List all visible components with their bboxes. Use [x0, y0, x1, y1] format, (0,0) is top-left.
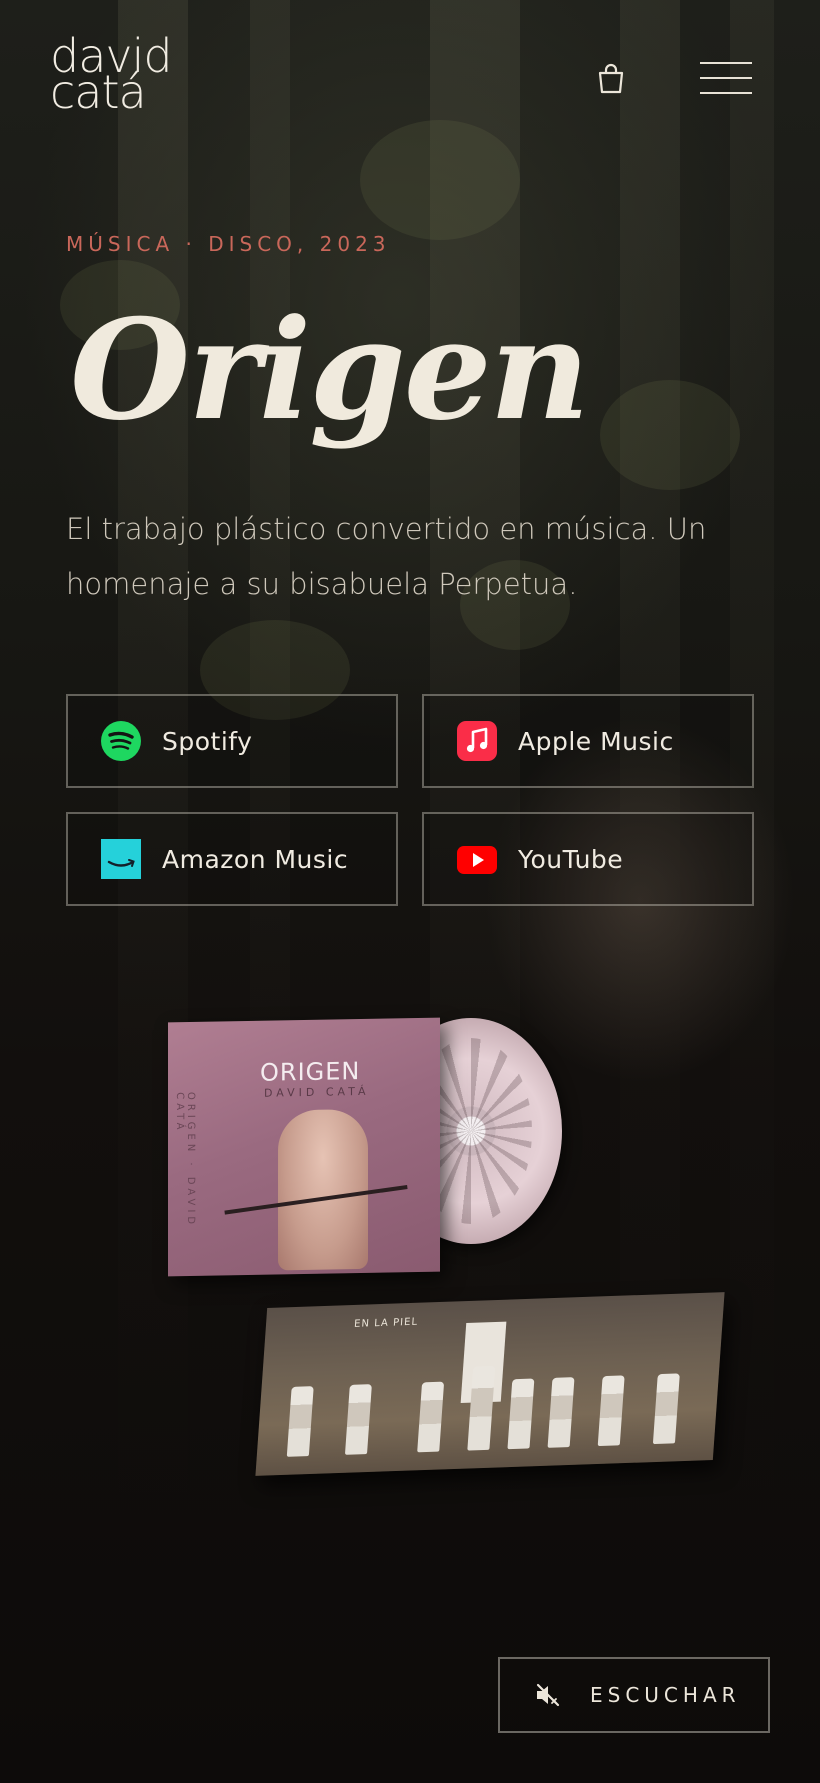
cover-title: ORIGEN [260, 1057, 361, 1087]
booklet-person [547, 1377, 575, 1448]
spotify-label: Spotify [162, 726, 253, 756]
booklet-heading: EN LA PIEL [353, 1316, 419, 1330]
site-logo[interactable]: david catá [50, 33, 173, 115]
cover-artist: DAVID CATÁ [264, 1084, 370, 1100]
category-eyebrow: MÚSICA · DISCO, 2023 [66, 232, 391, 256]
youtube-button[interactable]: YouTube [422, 812, 754, 906]
shopping-bag-icon[interactable] [596, 62, 626, 94]
booklet-person [467, 1365, 496, 1451]
foliage [600, 380, 740, 490]
booklet-person [417, 1381, 445, 1453]
booklet-person [507, 1378, 535, 1450]
booklet-person [344, 1384, 372, 1455]
booklet-person [286, 1386, 314, 1457]
spotify-icon [100, 720, 142, 762]
youtube-label: YouTube [518, 844, 624, 874]
speaker-muted-icon [536, 1683, 560, 1707]
listen-label: ESCUCHAR [590, 1683, 741, 1707]
hamburger-menu-icon[interactable] [700, 58, 752, 98]
apple-music-label: Apple Music [518, 726, 674, 756]
cover-spine-text: ORIGEN · DAVID CATÁ [174, 1091, 196, 1229]
booklet-person [652, 1373, 680, 1445]
apple-music-button[interactable]: Apple Music [422, 694, 754, 788]
youtube-icon [456, 838, 498, 880]
apple-music-icon [456, 720, 498, 762]
album-description: El trabajo plástico convertido en música… [66, 512, 707, 601]
amazon-music-icon [100, 838, 142, 880]
foliage [360, 120, 520, 240]
page-title: Origen [70, 288, 590, 451]
cover-figure [278, 1108, 368, 1271]
amazon-music-label: Amazon Music [162, 844, 349, 874]
booklet-person [597, 1375, 625, 1447]
amazon-music-button[interactable]: Amazon Music [66, 812, 398, 906]
spotify-button[interactable]: Spotify [66, 694, 398, 788]
listen-button[interactable]: ESCUCHAR [498, 1657, 770, 1733]
album-cover-image: ORIGEN DAVID CATÁ ORIGEN · DAVID CATÁ [168, 1017, 440, 1277]
album-booklet-image: EN LA PIEL [255, 1292, 725, 1476]
